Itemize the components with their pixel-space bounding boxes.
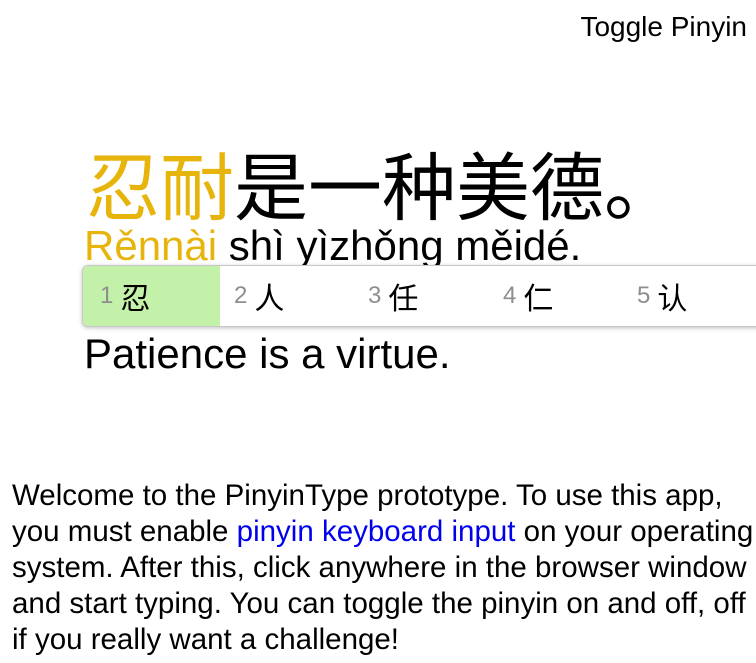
candidate-character: 忍 [120, 282, 151, 317]
english-translation: Patience is a virtue. [84, 330, 451, 377]
candidate-character: 人 [254, 282, 285, 317]
pinyin-sentence: Rěnnài shì yìzhǒng měidé. [84, 222, 581, 270]
toggle-pinyin-button[interactable]: Toggle Pinyin [580, 10, 747, 44]
candidate-4[interactable]: 4 仁 [486, 266, 621, 326]
hanzi-sentence: 忍耐是一种美德。 [86, 146, 678, 232]
hanzi-typed: 忍耐 [86, 146, 234, 232]
candidate-number: 4 [503, 282, 517, 309]
pinyin-keyboard-input-link[interactable]: pinyin keyboard input [237, 515, 516, 548]
candidate-3[interactable]: 3 任 [351, 266, 486, 326]
candidate-character: 任 [388, 282, 419, 317]
candidate-number: 3 [368, 282, 382, 309]
welcome-message: Welcome to the PinyinType prototype. To … [12, 478, 756, 658]
candidate-5[interactable]: 5 认 [620, 266, 755, 326]
candidate-number: 5 [637, 282, 651, 309]
candidate-character: 仁 [523, 282, 554, 317]
candidate-character: 认 [657, 282, 688, 317]
candidate-2[interactable]: 2 人 [217, 266, 352, 326]
candidate-1[interactable]: 1 忍 [83, 266, 220, 326]
pinyin-remaining: shì yìzhǒng měidé. [217, 222, 582, 269]
ime-candidate-bar: 1 忍 2 人 3 任 4 仁 5 认 [82, 265, 756, 327]
candidate-number: 2 [234, 282, 248, 309]
hanzi-remaining: 是一种美德。 [234, 146, 678, 232]
candidate-number: 1 [100, 282, 114, 309]
pinyin-typed: Rěnnài [84, 222, 218, 269]
